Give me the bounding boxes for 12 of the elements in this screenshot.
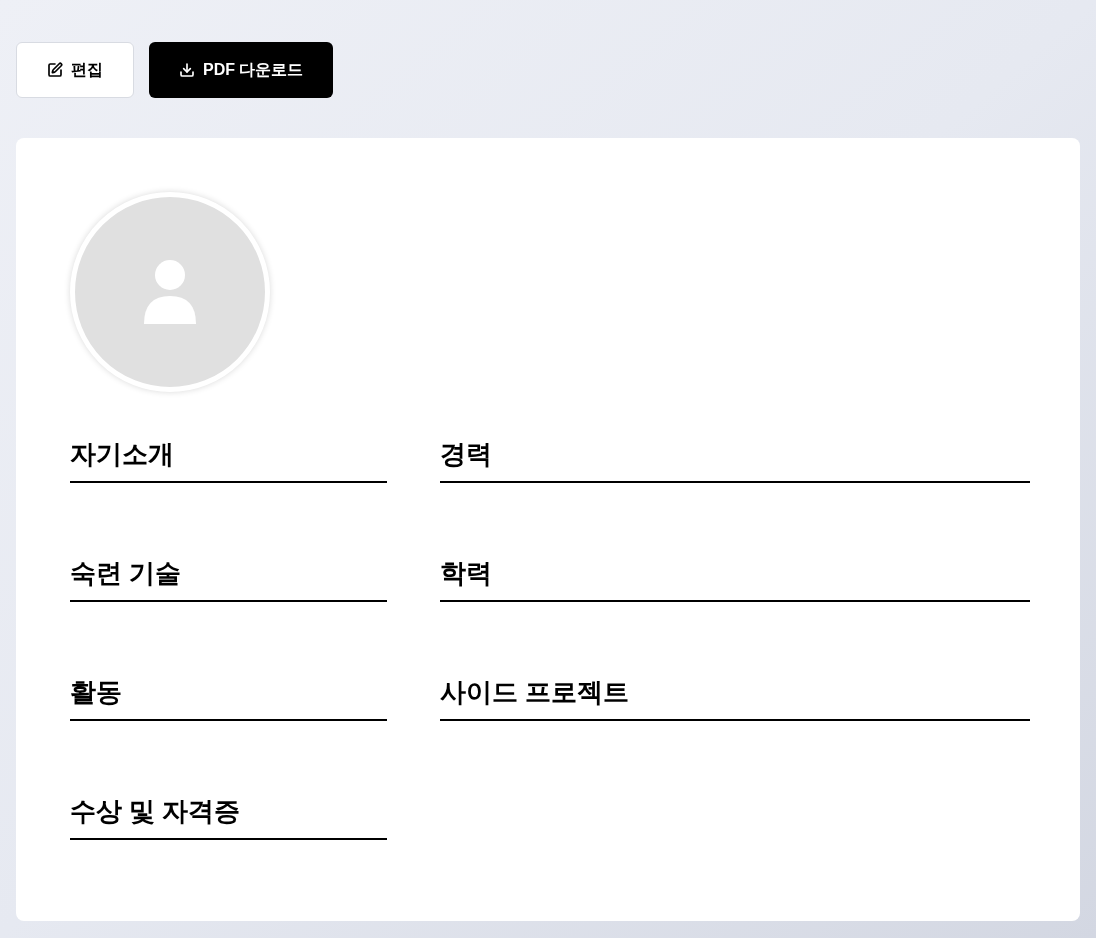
person-icon xyxy=(144,260,196,324)
edit-icon xyxy=(47,62,63,78)
section-heading: 자기소개 xyxy=(70,438,175,471)
section-heading: 활동 xyxy=(70,676,123,709)
section-heading: 경력 xyxy=(440,438,493,471)
section-heading: 수상 및 자격증 xyxy=(70,795,242,828)
edit-button[interactable]: 편집 xyxy=(16,42,134,98)
download-icon xyxy=(179,62,195,78)
download-button[interactable]: PDF 다운로드 xyxy=(149,42,334,98)
section-heading: 학력 xyxy=(440,557,493,590)
section-heading: 사이드 프로젝트 xyxy=(440,676,631,709)
section-heading: 숙련 기술 xyxy=(70,557,183,590)
